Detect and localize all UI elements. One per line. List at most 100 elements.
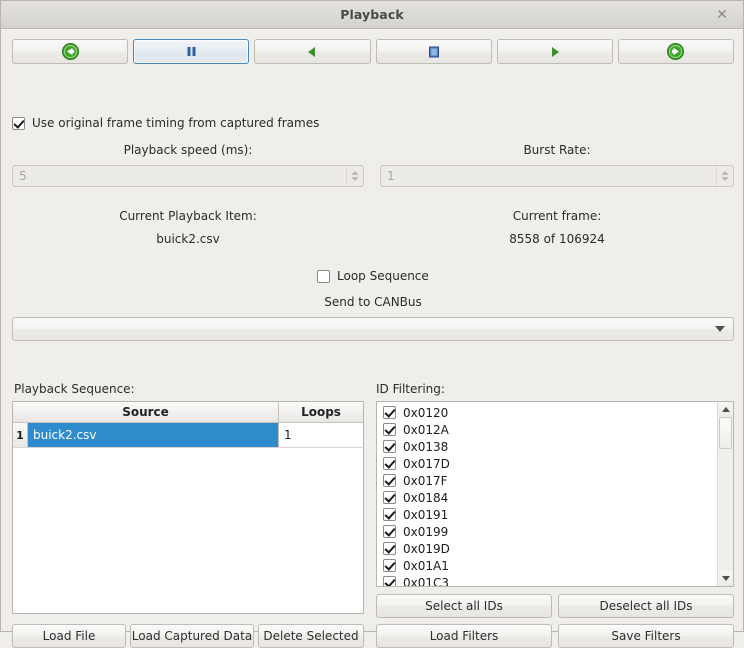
- scrollbar-thumb[interactable]: [719, 417, 732, 449]
- triangle-down-icon: [721, 576, 730, 581]
- scrollbar-track[interactable]: [718, 417, 733, 571]
- chevron-down-icon: [715, 326, 725, 332]
- id-filtering-label: ID Filtering:: [376, 382, 445, 396]
- loop-sequence-checkbox[interactable]: [317, 269, 330, 283]
- id-filter-label: 0x017F: [403, 473, 448, 488]
- list-item[interactable]: 0x012A: [377, 421, 717, 438]
- id-filter-list[interactable]: 0x0120 0x012A 0x0138 0x017D 0x017F 0x018…: [376, 401, 734, 587]
- window-title: Playback: [340, 7, 404, 22]
- load-file-button[interactable]: Load File: [12, 624, 126, 648]
- delete-selected-button[interactable]: Delete Selected: [258, 624, 364, 648]
- id-filter-checkbox[interactable]: [383, 457, 396, 470]
- list-item[interactable]: 0x017D: [377, 455, 717, 472]
- id-filter-label: 0x01C3: [403, 575, 450, 587]
- id-filter-label: 0x012A: [403, 422, 449, 437]
- column-header-loops[interactable]: Loops: [279, 402, 363, 422]
- id-filter-label: 0x019D: [403, 541, 450, 556]
- current-playback-item-label: Current Playback Item:: [119, 209, 257, 223]
- burst-rate-value: 1: [387, 169, 395, 183]
- pause-button[interactable]: [133, 39, 250, 64]
- loop-sequence-checkbox-row[interactable]: Loop Sequence: [317, 269, 429, 283]
- send-to-canbus-label: Send to CANBus: [324, 295, 422, 309]
- id-filter-label: 0x0191: [403, 507, 449, 522]
- id-filter-checkbox[interactable]: [383, 474, 396, 487]
- chevron-down-icon: [351, 177, 359, 181]
- playback-dialog: Playback ✕ Use original frame timing fro…: [0, 0, 744, 648]
- close-icon[interactable]: ✕: [709, 1, 735, 28]
- id-filter-checkbox[interactable]: [383, 440, 396, 453]
- step-forward-button[interactable]: [496, 39, 613, 64]
- list-item[interactable]: 0x01C3: [377, 574, 717, 586]
- table-row[interactable]: 1 buick2.csv 1: [13, 423, 363, 448]
- burst-rate-label: Burst Rate:: [523, 143, 591, 157]
- rewind-to-start-button[interactable]: [12, 39, 129, 64]
- pause-icon: [184, 44, 199, 59]
- green-triangle-right-icon: [548, 45, 562, 59]
- playback-sequence-table[interactable]: Source Loops 1 buick2.csv 1: [12, 401, 364, 614]
- playback-sequence-label: Playback Sequence:: [14, 382, 135, 396]
- chevron-down-icon: [721, 177, 729, 181]
- id-filter-items: 0x0120 0x012A 0x0138 0x017D 0x017F 0x018…: [377, 402, 717, 586]
- triangle-up-icon: [721, 407, 730, 412]
- id-filter-label: 0x0120: [403, 405, 449, 420]
- list-item[interactable]: 0x0199: [377, 523, 717, 540]
- chevron-up-icon: [721, 171, 729, 175]
- use-original-timing-checkbox-row[interactable]: Use original frame timing from captured …: [12, 116, 319, 130]
- green-triangle-left-icon: [305, 45, 319, 59]
- column-header-source[interactable]: Source: [13, 402, 279, 422]
- id-filter-checkbox[interactable]: [383, 576, 396, 586]
- forward-to-end-button[interactable]: [617, 39, 735, 64]
- send-to-canbus-dropdown[interactable]: [12, 317, 734, 341]
- deselect-all-ids-button[interactable]: Deselect all IDs: [558, 594, 734, 618]
- select-all-ids-button[interactable]: Select all IDs: [376, 594, 552, 618]
- id-filter-checkbox[interactable]: [383, 542, 396, 555]
- current-frame-label: Current frame:: [512, 209, 602, 223]
- list-item[interactable]: 0x017F: [377, 472, 717, 489]
- blue-square-stop-icon: [427, 45, 441, 59]
- loop-sequence-label: Loop Sequence: [337, 269, 429, 283]
- load-captured-data-button[interactable]: Load Captured Data: [130, 624, 254, 648]
- id-filter-label: 0x01A1: [403, 558, 449, 573]
- playback-speed-stepper[interactable]: [346, 166, 363, 186]
- id-filter-checkbox[interactable]: [383, 406, 396, 419]
- dialog-content: Use original frame timing from captured …: [1, 29, 743, 648]
- id-list-scrollbar[interactable]: [717, 402, 733, 586]
- list-item[interactable]: 0x0191: [377, 506, 717, 523]
- id-filter-checkbox[interactable]: [383, 491, 396, 504]
- step-back-button[interactable]: [254, 39, 371, 64]
- title-bar: Playback ✕: [1, 1, 743, 29]
- playback-speed-spinbox[interactable]: 5: [12, 165, 364, 187]
- playback-speed-value: 5: [19, 169, 27, 183]
- id-filter-checkbox[interactable]: [383, 508, 396, 521]
- use-original-timing-checkbox[interactable]: [12, 116, 25, 130]
- table-header: Source Loops: [13, 402, 363, 423]
- cell-loops[interactable]: 1: [279, 423, 363, 447]
- id-filter-label: 0x0138: [403, 439, 449, 454]
- green-circle-left-arrow-icon: [61, 43, 79, 60]
- chevron-up-icon: [351, 171, 359, 175]
- id-filter-label: 0x0184: [403, 490, 449, 505]
- id-filter-label: 0x0199: [403, 524, 449, 539]
- list-item[interactable]: 0x019D: [377, 540, 717, 557]
- scroll-down-button[interactable]: [718, 571, 733, 586]
- burst-rate-stepper[interactable]: [716, 166, 733, 186]
- burst-rate-spinbox[interactable]: 1: [380, 165, 734, 187]
- playback-speed-label: Playback speed (ms):: [123, 143, 253, 157]
- id-filter-label: 0x017D: [403, 456, 450, 471]
- current-frame-value: 8558 of 106924: [509, 232, 605, 246]
- transport-toolbar: [12, 39, 735, 64]
- id-filter-checkbox[interactable]: [383, 525, 396, 538]
- current-playback-item-value: buick2.csv: [156, 232, 220, 246]
- stop-button[interactable]: [375, 39, 492, 64]
- id-filter-checkbox[interactable]: [383, 559, 396, 572]
- list-item[interactable]: 0x0184: [377, 489, 717, 506]
- list-item[interactable]: 0x0138: [377, 438, 717, 455]
- id-filter-checkbox[interactable]: [383, 423, 396, 436]
- list-item[interactable]: 0x0120: [377, 404, 717, 421]
- use-original-timing-label: Use original frame timing from captured …: [32, 116, 320, 130]
- list-item[interactable]: 0x01A1: [377, 557, 717, 574]
- save-filters-button[interactable]: Save Filters: [558, 624, 734, 648]
- cell-source[interactable]: buick2.csv: [28, 423, 279, 447]
- load-filters-button[interactable]: Load Filters: [376, 624, 552, 648]
- scroll-up-button[interactable]: [718, 402, 733, 417]
